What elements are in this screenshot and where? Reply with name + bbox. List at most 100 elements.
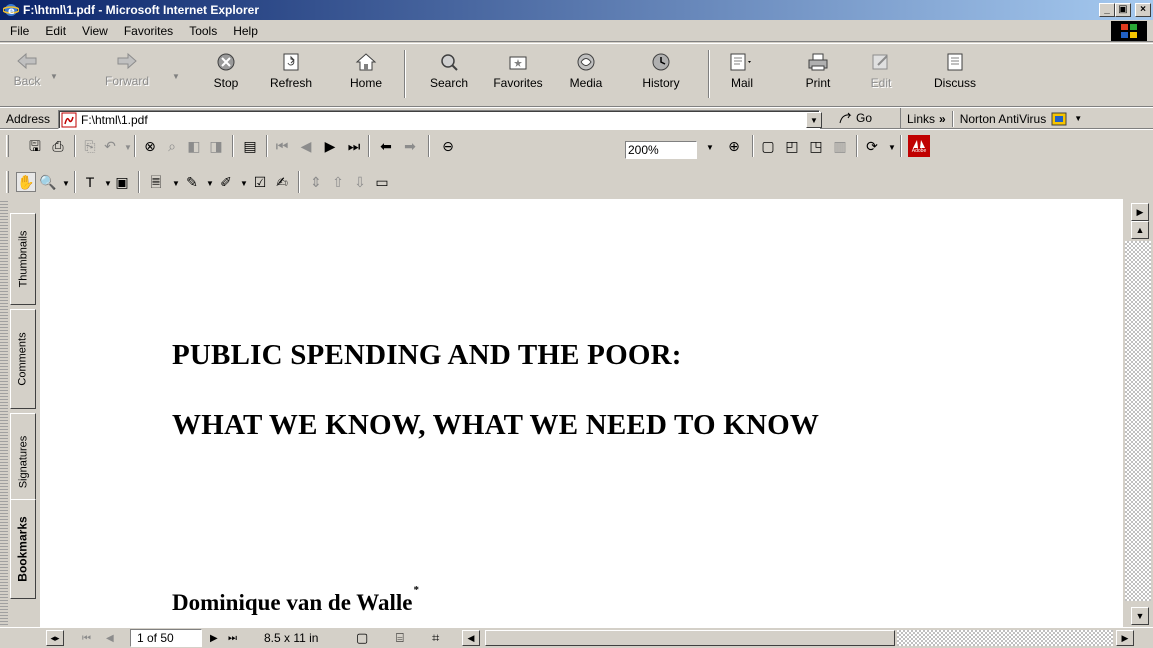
page-icon[interactable]: ▭ [372,172,392,192]
text-select-icon[interactable]: T [80,172,100,192]
toolbar-grip[interactable] [6,171,9,193]
back-dropdown-icon[interactable]: ▼ [50,72,58,81]
single-page-button[interactable]: ▢ [356,630,368,646]
stop-button[interactable]: Stop [206,46,246,104]
print-button[interactable]: Print [800,46,836,104]
restore-button[interactable]: ▣ [1115,3,1131,17]
pencil-tool-icon[interactable]: ✎ [182,172,202,192]
highlight-tool-icon[interactable]: ✐ [216,172,236,192]
links-button[interactable]: Links [907,112,935,126]
back-button[interactable]: Back [8,46,46,104]
back-arrow-icon [17,52,37,70]
horizontal-scroll-track[interactable] [897,630,1113,646]
previous-highlight-icon[interactable]: ◧ [184,136,204,156]
signature-tool-icon[interactable]: ✍ [272,172,292,192]
norton-icon[interactable] [1050,111,1068,127]
zoom-dropdown-icon[interactable]: ▼ [700,138,720,158]
go-button[interactable]: Go [838,111,872,125]
rotate-view-icon[interactable]: ⟳ [862,136,882,156]
navigation-pane-icon[interactable]: ▤ [240,136,260,156]
split-view-button[interactable]: ◂▸ [46,630,64,646]
norton-dropdown-icon[interactable]: ▼ [1074,114,1082,123]
pdf-document-view[interactable]: PUBLIC SPENDING AND THE POOR: WHAT WE KN… [40,199,1123,627]
menu-edit[interactable]: Edit [37,20,74,42]
refresh-button[interactable]: Refresh [266,46,316,104]
spell-check-icon[interactable]: ☑ [250,172,270,192]
discuss-button[interactable]: Discuss [930,46,980,104]
last-page-icon[interactable]: ⏭ [344,136,364,156]
tab-thumbnails[interactable]: Thumbnails [10,213,36,305]
toolbar-grip[interactable] [6,135,9,157]
adobe-logo-icon[interactable]: Adobe [908,135,930,157]
previous-page-icon[interactable]: ◀ [296,136,316,156]
search-button[interactable]: Search [424,46,474,104]
last-page-button[interactable]: ⏭ [228,630,237,646]
menu-favorites[interactable]: Favorites [116,20,181,42]
print-icon[interactable]: ⎙ [48,136,68,156]
menu-file[interactable]: File [2,20,37,42]
address-input[interactable]: F:\html\1.pdf [58,110,820,129]
next-highlight-icon[interactable]: ◨ [206,136,226,156]
reflow-icon[interactable]: ▥ [830,136,850,156]
media-button[interactable]: Media [566,46,606,104]
menu-help[interactable]: Help [225,20,266,42]
actual-size-icon[interactable]: ▢ [758,136,778,156]
collapse-pane-button[interactable]: ▶ [1131,203,1149,221]
go-forward-view-icon[interactable]: ➡ [400,136,420,156]
links-chevron-icon[interactable]: » [939,112,946,126]
history-button[interactable]: History [636,46,686,104]
edit-button[interactable]: Edit [866,46,896,104]
favorites-button[interactable]: Favorites [488,46,548,104]
menu-tools[interactable]: Tools [181,20,225,42]
zoom-out-icon[interactable]: ⊖ [438,136,458,156]
norton-antivirus-button[interactable]: Norton AntiVirus [960,112,1047,126]
tab-comments[interactable]: Comments [10,309,36,409]
first-page-button[interactable]: ⏮ [82,630,91,646]
save-icon[interactable]: 🖫 [25,136,45,156]
forward-button[interactable]: Forward [102,46,152,104]
fit-page-icon[interactable]: ◰ [782,136,802,156]
next-page-icon[interactable]: ▶ [320,136,340,156]
copy-icon[interactable]: ⎘ [80,136,100,156]
address-dropdown-button[interactable]: ▼ [806,112,822,128]
menu-view[interactable]: View [74,20,116,42]
upload-icon[interactable]: ⇧ [328,172,348,192]
go-back-view-icon[interactable]: ⬅ [376,136,396,156]
navigation-pane-grip[interactable] [0,199,8,627]
zoom-level-input[interactable]: 200% [625,141,697,159]
scroll-left-button[interactable]: ◀ [462,630,480,646]
tab-bookmarks[interactable]: Bookmarks [10,499,36,599]
hand-tool-icon[interactable]: ✋ [16,172,36,192]
home-button[interactable]: Home [346,46,386,104]
search-index-icon[interactable]: ⌕ [162,136,182,156]
title-bar[interactable]: e F:\html\1.pdf - Microsoft Internet Exp… [0,0,1153,20]
continuous-facing-button[interactable]: ⌗ [432,630,439,646]
note-tool-icon[interactable]: 🗏 [146,172,166,192]
minimize-button[interactable]: _ [1099,3,1115,17]
graphics-select-icon[interactable]: ▣ [112,172,132,192]
download-icon[interactable]: ⇩ [350,172,370,192]
fit-width-icon[interactable]: ◳ [806,136,826,156]
scroll-up-button[interactable]: ▲ [1131,221,1149,239]
page-number-field[interactable]: 1 of 50 [130,629,202,647]
zoom-tool-dropdown-icon[interactable]: ▼ [56,174,76,194]
next-page-button[interactable]: ▶ [210,630,218,646]
undo-icon[interactable]: ↶ [100,136,120,156]
previous-page-button[interactable]: ◀ [106,630,114,646]
mail-button[interactable]: Mail [722,46,762,104]
horizontal-scroll-thumb[interactable] [485,630,895,646]
tab-signatures[interactable]: Signatures [10,413,36,511]
zoom-in-icon[interactable]: ⊕ [724,136,744,156]
vertical-scrollbar[interactable]: ▶ ▲ ▼ [1123,199,1153,627]
scroll-down-button[interactable]: ▼ [1131,607,1149,625]
vertical-scroll-track[interactable] [1125,241,1151,601]
zoom-tool-icon[interactable]: 🔍 [38,172,58,192]
continuous-button[interactable]: ⌸ [396,630,404,646]
first-page-icon[interactable]: ⏮ [272,136,292,156]
scroll-right-button[interactable]: ▶ [1116,630,1134,646]
ebook-bookshelf-icon[interactable]: ⇕ [306,172,326,192]
rotate-dropdown-icon[interactable]: ▼ [882,138,902,158]
forward-dropdown-icon[interactable]: ▼ [172,72,180,81]
close-button[interactable]: × [1135,3,1151,17]
find-binoculars-icon[interactable]: ⊗ [140,136,160,156]
